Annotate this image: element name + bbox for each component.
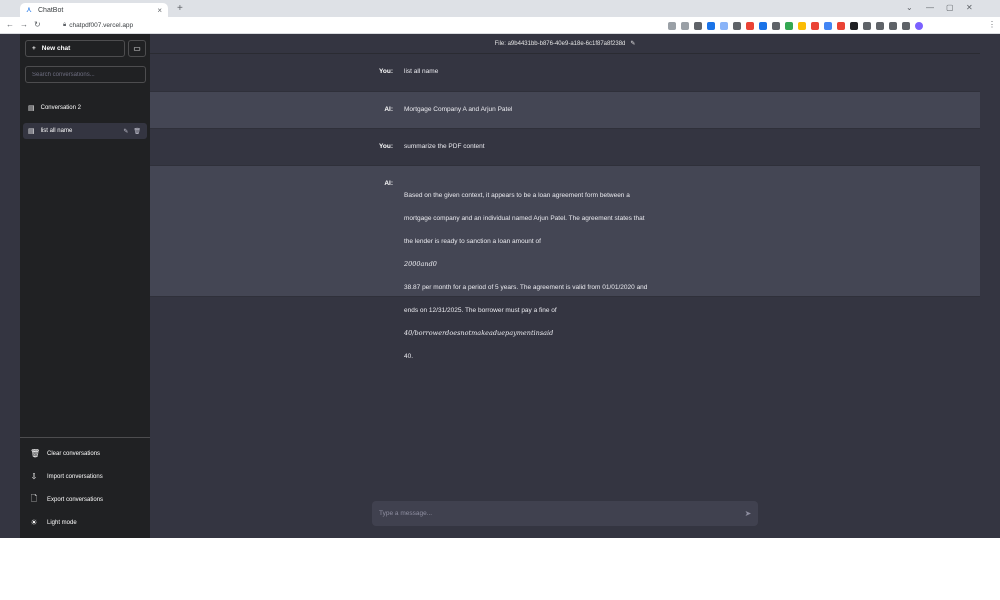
message-line: 40. [404, 352, 414, 360]
ext-13-icon[interactable] [850, 21, 858, 30]
message-line-math: 40/borrowerdoesnotmakeaduepaymentinsaid [404, 328, 554, 337]
action-label: Light mode [47, 519, 77, 526]
new-chat-label: New chat [41, 45, 71, 52]
message-role: You: [379, 143, 393, 150]
message-text: summarize the PDF content [404, 143, 485, 150]
file-header: File: a9b4431bb-b876-40e9-a18e-6c1f87a8f… [150, 34, 980, 54]
ext-11-icon[interactable] [824, 21, 832, 30]
message-icon: ▤ [28, 105, 35, 112]
ext-5-icon[interactable] [746, 21, 754, 30]
forward-icon[interactable]: → [20, 20, 28, 30]
message-icon: ▤ [28, 128, 35, 135]
sun-icon: ☀ [30, 518, 38, 527]
edit-file-icon[interactable]: ✎ [630, 40, 635, 47]
message-role: AI: [384, 180, 393, 187]
action-label: Export conversations [47, 496, 104, 503]
ext-16-icon[interactable] [889, 21, 897, 30]
edit-icon[interactable]: ✎ [123, 128, 128, 135]
message-line: ends on 12/31/2025. The borrower must pa… [404, 306, 557, 314]
ext-17-icon[interactable] [902, 21, 910, 30]
message-row-user: You: summarize the PDF content [150, 129, 980, 166]
new-tab-button[interactable]: + [177, 3, 183, 14]
sidebar: + New chat ▭ ▤ Conversation 2 ▤ list all… [20, 34, 150, 538]
reload-icon[interactable]: ↻ [34, 20, 41, 30]
new-chat-button[interactable]: + New chat [25, 40, 125, 57]
browser-tab[interactable]: ⋏ ChatBot × [20, 3, 168, 17]
chat-area: File: a9b4431bb-b876-40e9-a18e-6c1f87a8f… [150, 34, 980, 538]
ext-3-icon[interactable] [720, 21, 728, 30]
lock-icon: 🔒︎ [63, 22, 67, 28]
browser-toolbar: ← → ↻ 🔒︎ chatpdf007.vercel.app ⋮ [0, 17, 1000, 34]
url-text: chatpdf007.vercel.app [69, 22, 134, 29]
ext-10-icon[interactable] [811, 21, 819, 30]
minimize-icon[interactable]: — [926, 3, 934, 12]
new-folder-button[interactable]: ▭ [128, 40, 146, 57]
ext-6-icon[interactable] [759, 21, 767, 30]
action-label: Clear conversations [47, 450, 101, 457]
message-text: Mortgage Company A and Arjun Patel [404, 106, 513, 113]
close-window-icon[interactable]: ✕ [966, 3, 973, 12]
message-text: list all name [404, 68, 439, 75]
send-icon[interactable]: ➤ [738, 509, 758, 518]
message-line: mortgage company and an individual named… [404, 214, 645, 222]
ext-15-icon[interactable] [876, 21, 884, 30]
extension-toolbar [668, 21, 923, 30]
browser-menu-icon[interactable]: ⋮ [988, 20, 996, 30]
trash-icon: 🗑︎ [30, 449, 41, 458]
ext-2-icon[interactable] [707, 21, 715, 30]
conversation-item[interactable]: ▤ Conversation 2 [23, 100, 147, 116]
conversation-title: Conversation 2 [40, 105, 81, 111]
export-conversations-button[interactable]: 🗋︎ Export conversations [20, 488, 150, 511]
ext-9-icon[interactable] [798, 21, 806, 30]
tab-search-icon[interactable]: ⌄ [906, 3, 913, 12]
message-row-ai: AI: Based on the given context, it appea… [150, 166, 980, 360]
message-role: AI: [384, 106, 393, 113]
clear-conversations-button[interactable]: 🗑︎ Clear conversations [20, 442, 150, 465]
message-line: Based on the given context, it appears t… [404, 191, 630, 199]
message-line: 38.87 per month for a period of 5 years.… [404, 283, 648, 291]
file-name: File: a9b4431bb-b876-40e9-a18e-6c1f87a8f… [494, 40, 626, 47]
sidebar-actions: 🗑︎ Clear conversations ⇩ Import conversa… [20, 437, 150, 534]
import-conversations-button[interactable]: ⇩ Import conversations [20, 465, 150, 488]
import-icon: ⇩ [30, 472, 38, 481]
conversation-item-active[interactable]: ▤ list all name ✎ 🗑︎ [23, 123, 147, 139]
message-text: Based on the given context, it appears t… [404, 166, 744, 360]
message-row-ai: AI: Mortgage Company A and Arjun Patel [150, 92, 980, 129]
ext-7-icon[interactable] [772, 21, 780, 30]
ext-4-icon[interactable] [733, 21, 741, 30]
action-label: Import conversations [47, 473, 103, 480]
message-line-math: 2000and0 [404, 259, 437, 268]
delete-icon[interactable]: 🗑︎ [133, 128, 141, 135]
profile-avatar-icon[interactable] [915, 21, 923, 30]
tab-close-icon[interactable]: × [157, 6, 162, 15]
tab-strip: ⋏ ChatBot × + ⌄ — ▢ ✕ [0, 0, 1000, 17]
ext-14-icon[interactable] [863, 21, 871, 30]
address-bar[interactable]: 🔒︎ chatpdf007.vercel.app [63, 20, 653, 31]
ext-1-icon[interactable] [694, 21, 702, 30]
star-icon[interactable] [681, 21, 689, 30]
browser-window: ⋏ ChatBot × + ⌄ — ▢ ✕ ← → ↻ 🔒︎ chatpdf00… [0, 0, 1000, 538]
tab-title: ChatBot [38, 6, 64, 14]
message-row-user: You: list all name [150, 54, 980, 92]
maximize-icon[interactable]: ▢ [946, 3, 954, 12]
message-role: You: [379, 68, 393, 75]
search-conversations-input[interactable] [25, 66, 146, 83]
back-icon[interactable]: ← [6, 20, 14, 30]
folder-plus-icon: ▭ [133, 44, 141, 53]
share-icon[interactable] [668, 21, 676, 30]
light-mode-button[interactable]: ☀ Light mode [20, 511, 150, 534]
plus-icon: + [32, 45, 36, 52]
message-input[interactable] [379, 510, 738, 517]
ext-8-icon[interactable] [785, 21, 793, 30]
chatbot-favicon-icon: ⋏ [26, 5, 32, 14]
message-line: the lender is ready to sanction a loan a… [404, 237, 541, 245]
ext-12-icon[interactable] [837, 21, 845, 30]
file-export-icon: 🗋︎ [30, 493, 38, 503]
message-input-container: ➤ [372, 501, 758, 526]
conversation-title: list all name [40, 128, 73, 134]
